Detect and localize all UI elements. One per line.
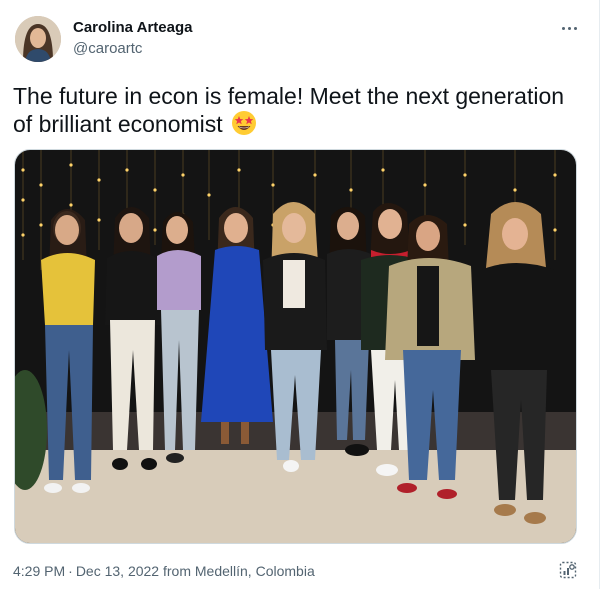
tweet-time[interactable]: 4:29 PM	[13, 563, 65, 579]
tweet-card: Carolina Arteaga @caroartc The future in…	[0, 0, 600, 589]
tweet-text: The future in econ is female! Meet the n…	[13, 82, 585, 142]
star-struck-emoji-icon	[231, 110, 257, 142]
author-name[interactable]: Carolina Arteaga	[73, 19, 192, 36]
avatar[interactable]	[15, 16, 61, 62]
tweet-date[interactable]: Dec 13, 2022	[76, 563, 159, 579]
tweet-analytics-icon[interactable]	[559, 561, 577, 584]
tweet-photo[interactable]	[14, 149, 577, 544]
meta-separator: ·	[68, 563, 73, 579]
tweet-location: from Medellín, Colombia	[163, 563, 315, 579]
author-handle[interactable]: @caroartc	[73, 40, 142, 57]
tweet-body: The future in econ is female! Meet the n…	[13, 83, 565, 137]
more-options-icon[interactable]	[557, 18, 581, 38]
tweet-metadata: 4:29 PM · Dec 13, 2022 from Medellín, Colo…	[13, 563, 315, 579]
